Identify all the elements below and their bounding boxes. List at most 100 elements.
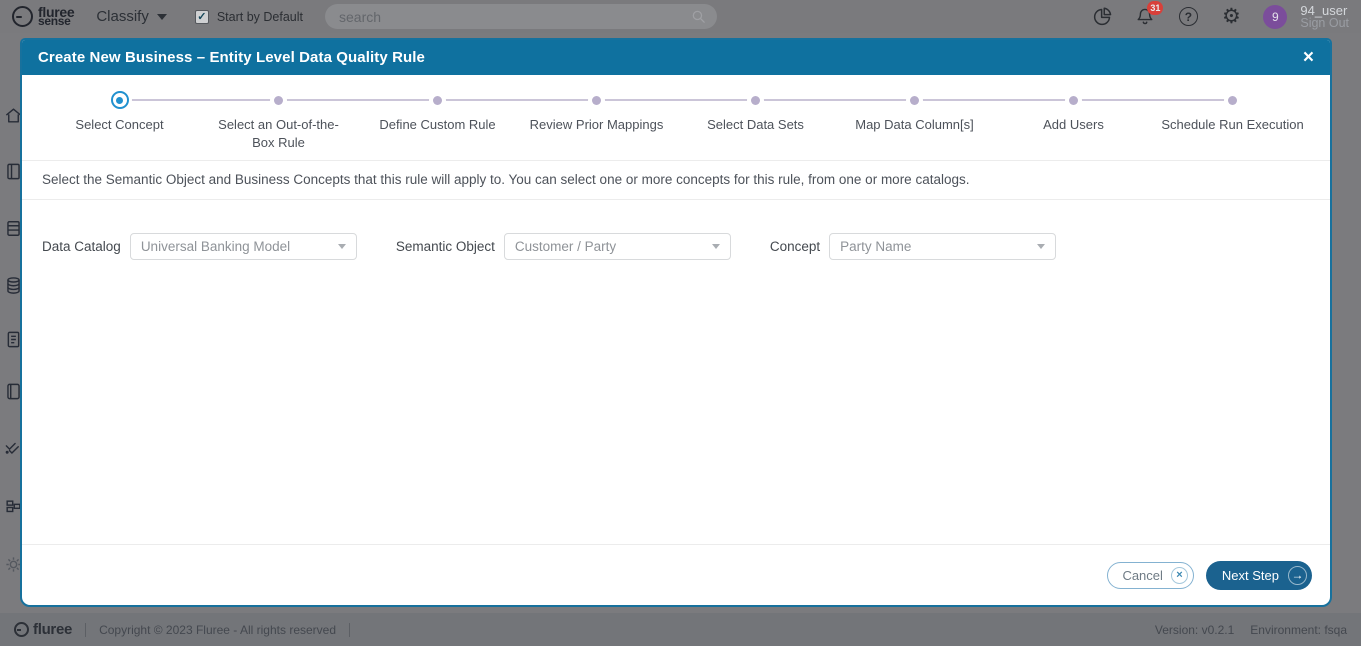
close-icon[interactable]: × <box>1303 48 1314 67</box>
concept-selection-form: Data Catalog Universal Banking Model Sem… <box>22 200 1330 544</box>
concept-select[interactable]: Party Name <box>829 233 1056 260</box>
step-indicator-active <box>111 91 129 109</box>
data-catalog-field: Data Catalog Universal Banking Model <box>42 233 357 260</box>
catalog-icon[interactable] <box>4 161 21 187</box>
footer-divider <box>85 623 86 637</box>
settings-gear-icon[interactable]: ⚙ <box>1220 6 1242 28</box>
cancel-button[interactable]: Cancel × <box>1107 562 1193 589</box>
username-label: 94_user <box>1300 4 1349 17</box>
topbar-actions: 31 ? ⚙ 9 94_user Sign Out <box>1091 4 1349 30</box>
arrow-right-icon: → <box>1288 566 1307 585</box>
documents-icon[interactable] <box>4 329 21 355</box>
usage-chart-icon[interactable] <box>1091 6 1113 28</box>
step-label: Review Prior Mappings <box>517 116 676 134</box>
modal-footer: Cancel × Next Step → <box>22 544 1330 605</box>
footer-meta: Version: v0.2.1 Environment: fsqa <box>1155 623 1347 637</box>
step-out-of-box-rule[interactable]: Select an Out-of-the-Box Rule <box>199 90 358 151</box>
step-add-users[interactable]: Add Users <box>994 90 1153 151</box>
version-label: Version: v0.2.1 <box>1155 623 1234 637</box>
next-step-button[interactable]: Next Step → <box>1206 561 1312 590</box>
create-rule-modal: Create New Business – Entity Level Data … <box>20 38 1332 607</box>
workflow-icon[interactable] <box>4 497 21 523</box>
concept-field: Concept Party Name <box>770 233 1056 260</box>
fluree-logo-icon <box>12 6 33 27</box>
sign-out-link[interactable]: Sign Out <box>1300 17 1349 30</box>
fluree-sense-logo[interactable]: fluree sense <box>12 6 74 27</box>
step-select-concept[interactable]: Select Concept <box>40 90 199 151</box>
step-indicator <box>751 96 760 105</box>
gear-glyph: ⚙ <box>1222 6 1241 27</box>
tasks-icon[interactable] <box>4 437 21 463</box>
cancel-label: Cancel <box>1122 568 1162 583</box>
step-description: Select the Semantic Object and Business … <box>22 160 1330 200</box>
modal-title: Create New Business – Entity Level Data … <box>38 49 425 66</box>
environment-label: Environment: fsqa <box>1250 623 1347 637</box>
chevron-down-icon <box>712 244 720 249</box>
next-step-label: Next Step <box>1222 568 1279 583</box>
search-container <box>325 4 717 29</box>
step-indicator <box>1228 96 1237 105</box>
home-icon[interactable] <box>4 105 21 131</box>
user-block: 94_user Sign Out <box>1300 4 1349 30</box>
footer-brand: fluree <box>33 621 72 638</box>
step-label: Define Custom Rule <box>358 116 517 134</box>
question-glyph: ? <box>1185 10 1192 24</box>
ledger-icon[interactable] <box>4 381 21 407</box>
modal-header: Create New Business – Entity Level Data … <box>22 40 1330 75</box>
step-label: Schedule Run Execution <box>1153 116 1312 134</box>
step-label: Add Users <box>994 116 1153 134</box>
semantic-object-field: Semantic Object Customer / Party <box>396 233 731 260</box>
concept-value: Party Name <box>840 239 911 254</box>
cancel-x-icon: × <box>1171 567 1188 584</box>
search-input[interactable] <box>325 4 717 29</box>
search-icon <box>690 8 707 30</box>
start-by-default-label: Start by Default <box>217 10 303 24</box>
step-label: Select Data Sets <box>676 116 835 134</box>
top-navigation-bar: fluree sense Classify ✓ Start by Default <box>0 0 1361 33</box>
start-by-default-checkbox[interactable]: ✓ <box>195 10 209 24</box>
step-schedule-run-execution[interactable]: Schedule Run Execution <box>1153 90 1312 151</box>
avatar-initial: 9 <box>1272 10 1279 24</box>
fluree-logo-icon <box>14 622 29 637</box>
step-select-data-sets[interactable]: Select Data Sets <box>676 90 835 151</box>
classify-menu-label: Classify <box>96 8 149 25</box>
semantic-object-value: Customer / Party <box>515 239 616 254</box>
check-icon: ✓ <box>197 10 206 23</box>
classify-menu[interactable]: Classify <box>96 8 167 25</box>
step-map-data-columns[interactable]: Map Data Column[s] <box>835 90 994 151</box>
semantic-object-label: Semantic Object <box>396 239 495 254</box>
left-sidebar <box>0 33 21 613</box>
brand-line2: sense <box>38 16 74 27</box>
concept-label: Concept <box>770 239 820 254</box>
footer-status-bar: fluree Copyright © 2023 Fluree - All rig… <box>0 613 1361 646</box>
step-indicator <box>274 96 283 105</box>
copyright-text: Copyright © 2023 Fluree - All rights res… <box>99 623 336 637</box>
admin-settings-icon[interactable] <box>4 554 21 580</box>
rules-icon[interactable] <box>4 218 21 244</box>
chevron-down-icon <box>157 14 167 20</box>
data-catalog-select[interactable]: Universal Banking Model <box>130 233 357 260</box>
step-label: Select an Out-of-the-Box Rule <box>199 116 358 151</box>
help-icon[interactable]: ? <box>1177 6 1199 28</box>
start-by-default-option: ✓ Start by Default <box>195 10 303 24</box>
fluree-sense-wordmark: fluree sense <box>38 7 74 27</box>
step-label: Map Data Column[s] <box>835 116 994 134</box>
step-label: Select Concept <box>40 116 199 134</box>
notification-count-badge: 31 <box>1147 1 1163 15</box>
step-define-custom-rule[interactable]: Define Custom Rule <box>358 90 517 151</box>
step-indicator <box>592 96 601 105</box>
chevron-down-icon <box>338 244 346 249</box>
step-indicator <box>910 96 919 105</box>
notifications-bell-icon[interactable]: 31 <box>1134 6 1156 28</box>
step-review-prior-mappings[interactable]: Review Prior Mappings <box>517 90 676 151</box>
database-icon[interactable] <box>4 275 21 301</box>
data-catalog-label: Data Catalog <box>42 239 121 254</box>
step-indicator <box>433 96 442 105</box>
user-avatar[interactable]: 9 <box>1263 5 1287 29</box>
semantic-object-select[interactable]: Customer / Party <box>504 233 731 260</box>
data-catalog-value: Universal Banking Model <box>141 239 290 254</box>
chevron-down-icon <box>1037 244 1045 249</box>
wizard-stepper: Select Concept Select an Out-of-the-Box … <box>22 75 1330 160</box>
footer-divider <box>349 623 350 637</box>
step-indicator <box>1069 96 1078 105</box>
